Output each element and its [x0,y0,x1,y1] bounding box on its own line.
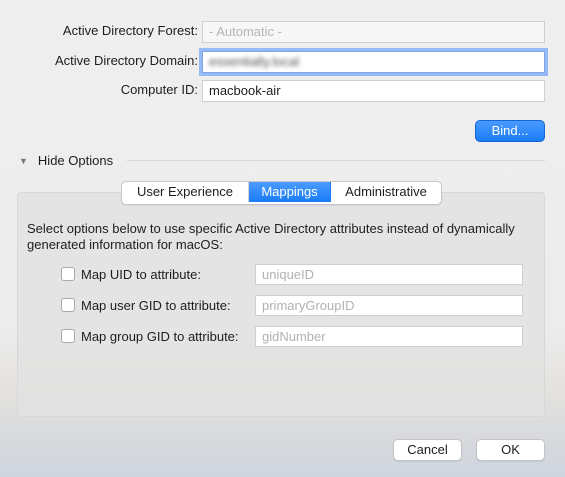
computer-id-label: Computer ID: [120,82,198,97]
triangle-down-icon: ▼ [19,156,28,166]
map-group-gid-input[interactable] [255,326,523,347]
map-user-gid-input[interactable] [255,295,523,316]
map-group-gid-checkbox[interactable] [61,329,75,343]
domain-field[interactable]: essentially.local [202,51,545,73]
options-divider [127,160,545,161]
tab-administrative[interactable]: Administrative [331,182,441,202]
map-uid-row: Map UID to attribute: [61,263,201,285]
map-user-gid-checkbox[interactable] [61,298,75,312]
map-group-gid-row: Map group GID to attribute: [61,325,239,347]
ok-button[interactable]: OK [476,439,545,461]
map-uid-label: Map UID to attribute: [81,266,201,282]
domain-label: Active Directory Domain: [54,53,198,68]
computer-id-field[interactable]: macbook-air [202,80,545,102]
domain-value: essentially.local [209,54,300,69]
tab-mappings[interactable]: Mappings [249,182,331,202]
hide-options-label: Hide Options [37,153,114,168]
forest-label: Active Directory Forest: [62,23,198,38]
tab-user-experience[interactable]: User Experience [122,182,249,202]
map-user-gid-label: Map user GID to attribute: [81,297,231,313]
mappings-description: Select options below to use specific Act… [27,221,515,252]
map-user-gid-row: Map user GID to attribute: [61,294,231,316]
map-uid-input[interactable] [255,264,523,285]
options-tab-bar: User Experience Mappings Administrative [121,181,442,205]
map-group-gid-label: Map group GID to attribute: [81,328,239,344]
cancel-button[interactable]: Cancel [393,439,462,461]
bind-button[interactable]: Bind... [475,120,545,142]
map-uid-checkbox[interactable] [61,267,75,281]
forest-field: - Automatic - [202,21,545,43]
hide-options-disclosure[interactable]: ▼ Hide Options [19,153,113,168]
